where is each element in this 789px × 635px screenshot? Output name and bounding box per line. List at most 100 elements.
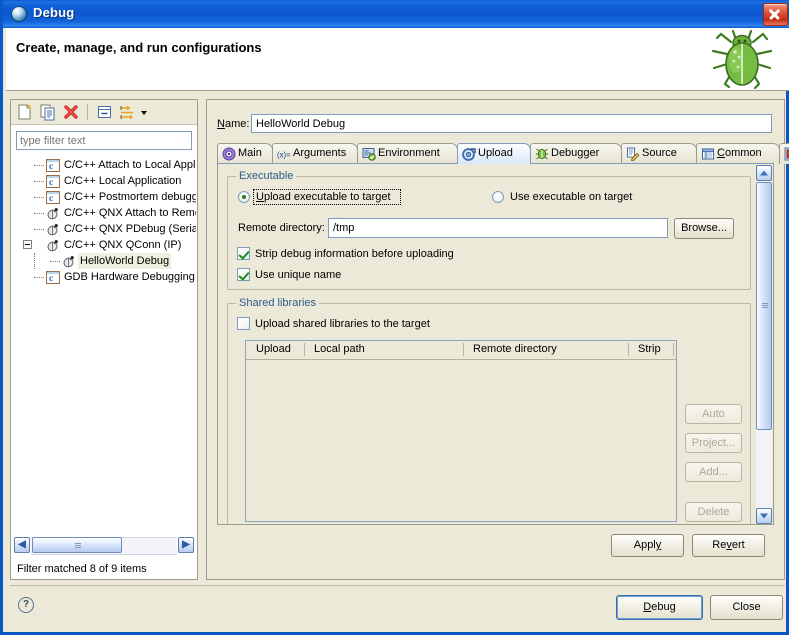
launch-configurations-tree-panel: C/C++ Attach to Local Appli C/C++ Local …: [10, 99, 198, 580]
scrollbar-thumb-vertical[interactable]: [756, 182, 772, 430]
chevron-down-icon[interactable]: [139, 104, 149, 121]
main-tab-icon: [222, 147, 236, 161]
upload-tab-content: Executable Upload executable to target U…: [217, 164, 774, 525]
executable-group-title: Executable: [236, 170, 296, 182]
upload-tab-icon: [462, 147, 476, 161]
tree-item-c-local-application[interactable]: C/C++ Local Application: [12, 173, 196, 189]
tree-expander-collapse-icon[interactable]: [23, 240, 32, 249]
apply-button[interactable]: Apply: [611, 534, 684, 557]
duplicate-launch-configuration-icon[interactable]: [39, 104, 57, 121]
tree-item-label: C/C++ QNX PDebug (Serial): [64, 221, 196, 237]
use-executable-on-target-radio[interactable]: [492, 191, 504, 203]
delete-launch-configuration-icon[interactable]: [62, 104, 80, 121]
tree-item-label: C/C++ Attach to Local Appli: [64, 157, 196, 173]
tree-item-qnx-qconn-ip[interactable]: C/C++ QNX QConn (IP): [12, 237, 196, 253]
launch-configurations-tree[interactable]: C/C++ Attach to Local Appli C/C++ Local …: [12, 157, 196, 537]
tree-horizontal-scrollbar[interactable]: ◀ ▶: [14, 537, 194, 553]
qnx-config-icon: [46, 223, 60, 236]
tab-tools[interactable]: Tools: [779, 143, 789, 164]
dialog-header: Create, manage, and run configurations: [6, 28, 789, 91]
window-title: Debug: [33, 5, 74, 20]
tree-item-label: C/C++ QNX Attach to Remo: [64, 205, 196, 221]
project-button[interactable]: Project...: [685, 433, 742, 453]
left-arrow-glyph: ◀: [15, 538, 29, 552]
use-unique-name-checkbox[interactable]: [237, 268, 250, 281]
close-icon[interactable]: [763, 3, 788, 26]
qnx-config-icon: [46, 207, 60, 220]
strip-debug-info-checkbox[interactable]: [237, 247, 250, 260]
browse-button[interactable]: Browse...: [674, 218, 734, 239]
delete-button[interactable]: Delete: [685, 502, 742, 522]
column-header-remote-directory[interactable]: Remote directory: [473, 343, 557, 355]
use-unique-name-label: Use unique name: [255, 269, 341, 281]
configuration-name-input[interactable]: [251, 114, 772, 133]
tree-item-qnx-pdebug-serial[interactable]: C/C++ QNX PDebug (Serial): [12, 221, 196, 237]
window-titlebar: Debug: [3, 0, 789, 28]
scroll-down-arrow-icon[interactable]: [756, 508, 772, 524]
tab-label: Debugger: [551, 147, 599, 159]
upload-shared-libraries-checkbox[interactable]: [237, 317, 250, 330]
help-icon[interactable]: ?: [18, 597, 34, 613]
scroll-left-arrow-icon[interactable]: ◀: [14, 537, 30, 553]
column-header-local-path[interactable]: Local path: [314, 343, 365, 355]
scrollbar-thumb[interactable]: [32, 537, 122, 553]
debugger-tab-icon: [535, 147, 549, 161]
tree-toolbar: [11, 100, 197, 125]
tab-environment[interactable]: Environment: [357, 143, 458, 164]
tab-debugger[interactable]: Debugger: [530, 143, 622, 164]
c-config-icon: [46, 175, 60, 188]
tree-item-helloworld-debug[interactable]: HelloWorld Debug: [12, 253, 196, 269]
tab-arguments[interactable]: (x)= Arguments: [272, 143, 358, 164]
eclipse-debug-icon: [11, 6, 27, 22]
tree-item-label: C/C++ QNX QConn (IP): [64, 237, 181, 253]
tree-item-qnx-attach-remote[interactable]: C/C++ QNX Attach to Remo: [12, 205, 196, 221]
upload-to-target-label: Upload executable to target: [256, 191, 391, 203]
tree-item-gdb-hardware-debugging[interactable]: GDB Hardware Debugging: [12, 269, 196, 285]
tab-main[interactable]: Main: [217, 143, 273, 164]
tab-content-vertical-scrollbar[interactable]: [756, 165, 772, 524]
column-header-strip[interactable]: Strip: [638, 343, 661, 355]
use-executable-on-target-label: Use executable on target: [510, 191, 632, 203]
tree-item-c-attach-local[interactable]: C/C++ Attach to Local Appli: [12, 157, 196, 173]
filter-launch-configurations-icon[interactable]: [119, 104, 137, 121]
upload-to-target-radio[interactable]: [238, 191, 250, 203]
configuration-panel: Name: Main (x)= Arguments: [206, 99, 785, 580]
tab-label: Main: [238, 147, 262, 159]
revert-button[interactable]: Revert: [692, 534, 765, 557]
collapse-all-icon[interactable]: [96, 104, 114, 121]
tab-source[interactable]: Source: [621, 143, 697, 164]
tab-upload[interactable]: Upload: [457, 143, 531, 164]
c-config-icon: [46, 271, 60, 284]
remote-directory-input[interactable]: [328, 218, 668, 238]
qnx-config-icon: [62, 255, 76, 268]
name-label: Name:: [217, 118, 249, 130]
new-launch-configuration-icon[interactable]: [16, 104, 34, 121]
auto-button[interactable]: Auto: [685, 404, 742, 424]
filter-status-text: Filter matched 8 of 9 items: [17, 563, 147, 575]
configuration-tabs: Main (x)= Arguments Environment: [217, 143, 774, 164]
column-header-upload[interactable]: Upload: [256, 343, 291, 355]
common-tab-icon: [701, 147, 715, 161]
scroll-up-arrow-icon[interactable]: [756, 165, 772, 181]
footer-divider: [10, 585, 785, 586]
strip-debug-info-label: Strip debug information before uploading: [255, 248, 454, 260]
shared-libraries-table[interactable]: Upload Local path Remote directory Strip: [245, 340, 677, 522]
filter-input[interactable]: [16, 131, 192, 150]
tab-label: Upload: [478, 147, 513, 159]
table-header-row: Upload Local path Remote directory Strip: [246, 341, 676, 360]
toolbar-divider: [87, 104, 88, 120]
add-button[interactable]: Add...: [685, 462, 742, 482]
tab-common[interactable]: Common: [696, 143, 780, 164]
tree-item-c-postmortem[interactable]: C/C++ Postmortem debugge: [12, 189, 196, 205]
scroll-right-arrow-icon[interactable]: ▶: [178, 537, 194, 553]
source-tab-icon: [626, 147, 640, 161]
svg-text:(x)=: (x)=: [277, 151, 291, 160]
executable-group: Executable Upload executable to target U…: [227, 176, 751, 290]
arguments-tab-icon: (x)=: [277, 147, 291, 161]
close-button[interactable]: Close: [710, 595, 783, 620]
debug-configurations-dialog: Debug Create, manage, and run configurat…: [0, 0, 789, 635]
scrollbar-grip: [762, 303, 768, 310]
green-bug-icon: [705, 28, 779, 91]
debug-button[interactable]: Debug: [616, 595, 703, 620]
tab-label: Common: [717, 147, 762, 159]
